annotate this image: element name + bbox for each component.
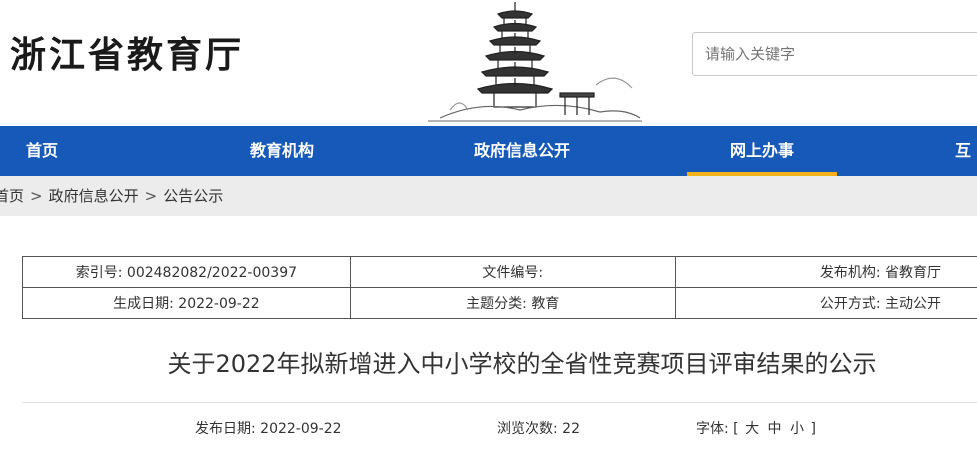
publish-date-label: 发布日期: (195, 421, 256, 437)
info-value: 省教育厅 (885, 265, 941, 281)
search-input[interactable] (692, 32, 977, 76)
publish-date: 发布日期: 2022-09-22 (195, 418, 342, 438)
info-cell-doc-number: 文件编号: (349, 256, 676, 288)
table-row: 索引号: 002482082/2022-00397 文件编号: 发布机构: 省教… (22, 256, 977, 288)
breadcrumb-home[interactable]: 首页 (0, 176, 24, 216)
breadcrumb-announcements[interactable]: 公告公示 (163, 176, 223, 216)
font-size-medium-button[interactable]: 中 (768, 421, 782, 437)
info-label: 公开方式: (819, 296, 881, 312)
breadcrumb-separator: > (144, 187, 158, 205)
view-count: 浏览次数: 22 (497, 418, 580, 438)
pagoda-illustration (428, 2, 642, 122)
title-divider (22, 402, 977, 403)
font-size-label: 字体: (696, 421, 729, 437)
info-cell-index: 索引号: 002482082/2022-00397 (22, 256, 351, 288)
info-value: 002482082/2022-00397 (126, 265, 298, 281)
info-value: 2022-09-22 (178, 296, 260, 312)
nav-item-online-services[interactable]: 网上办事 (687, 126, 837, 176)
info-cell-publisher: 发布机构: 省教育厅 (674, 256, 977, 288)
nav-item-institutions[interactable]: 教育机构 (200, 126, 364, 176)
site-header: 浙江省教育厅 (0, 0, 977, 126)
breadcrumb-bar: 首页 > 政府信息公开 > 公告公示 (0, 176, 977, 216)
font-size-large-button[interactable]: 大 (745, 421, 759, 437)
font-size-small-button[interactable]: 小 (790, 421, 804, 437)
view-count-label: 浏览次数: (497, 421, 558, 437)
font-bracket-open: [ (733, 421, 739, 437)
info-label: 发布机构: (819, 265, 881, 281)
publish-date-value: 2022-09-22 (260, 421, 342, 437)
document-info-table: 索引号: 002482082/2022-00397 文件编号: 发布机构: 省教… (22, 256, 977, 319)
nav-item-interaction[interactable]: 互 (955, 126, 977, 176)
breadcrumb-separator: > (30, 187, 43, 205)
info-value: 教育 (531, 296, 560, 312)
info-cell-disclosure: 公开方式: 主动公开 (674, 287, 977, 319)
info-value: 主动公开 (885, 296, 941, 312)
nav-item-gov-info[interactable]: 政府信息公开 (440, 126, 604, 176)
table-row: 生成日期: 2022-09-22 主题分类: 教育 公开方式: 主动公开 (22, 287, 977, 319)
breadcrumb-gov-info[interactable]: 政府信息公开 (49, 176, 139, 216)
info-label: 文件编号: (482, 265, 544, 281)
info-cell-topic: 主题分类: 教育 (349, 287, 676, 319)
nav-item-home[interactable]: 首页 (0, 126, 84, 176)
main-nav: 首页 教育机构 政府信息公开 网上办事 互 (0, 126, 977, 176)
article-title: 关于2022年拟新增进入中小学校的全省性竞赛项目评审结果的公示 (167, 350, 877, 378)
info-label: 索引号: (75, 265, 123, 281)
breadcrumb: 首页 > 政府信息公开 > 公告公示 (0, 176, 223, 216)
view-count-value: 22 (562, 421, 580, 437)
site-title[interactable]: 浙江省教育厅 (10, 26, 244, 78)
font-bracket-close: ] (810, 421, 816, 437)
info-label: 主题分类: (466, 296, 527, 312)
info-cell-created-date: 生成日期: 2022-09-22 (22, 287, 351, 319)
info-label: 生成日期: (113, 296, 174, 312)
font-size-control: 字体: [ 大 中 小 ] (696, 418, 816, 438)
